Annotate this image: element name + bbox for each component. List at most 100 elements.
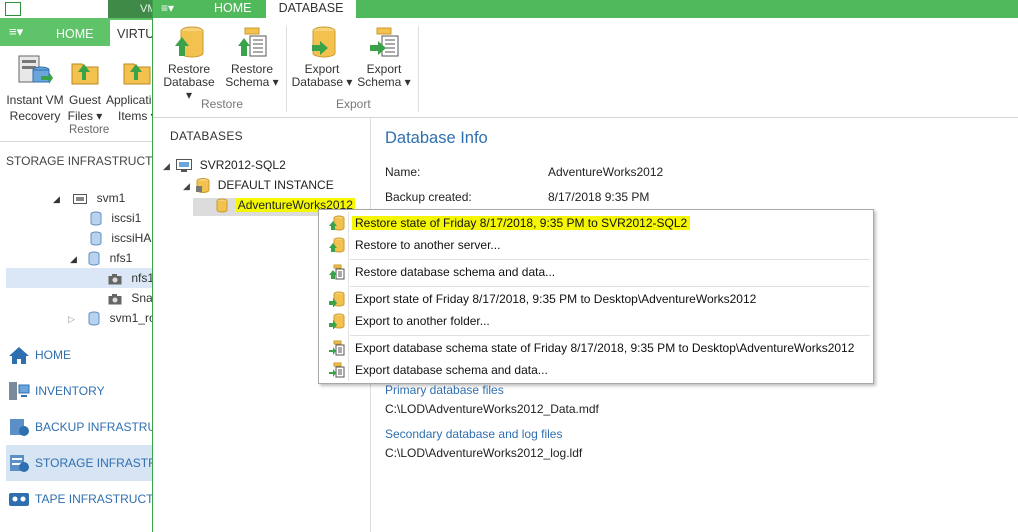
export-schema-icon [329, 362, 345, 378]
bg-tree-svm1[interactable]: ◢ svm1 [53, 191, 125, 211]
secondary-files-value: C:\LOD\AdventureWorks2012_log.ldf [385, 446, 583, 460]
home-icon [9, 347, 29, 364]
export-database-icon [329, 313, 345, 329]
nav-storage-infrastructure[interactable]: STORAGE INFRASTRUCTURE [6, 445, 207, 481]
restore-database-icon [329, 237, 345, 253]
backup-infrastructure-icon [10, 419, 29, 436]
menu-export-to-desktop[interactable]: Export state of Friday 8/17/2018, 9:35 P… [321, 289, 871, 310]
main-menu-button[interactable]: ≡▾ [161, 1, 174, 15]
tree-instance-node[interactable]: ◢ DEFAULT INSTANCE [183, 178, 334, 196]
secondary-files-link[interactable]: Secondary database and log files [385, 427, 562, 441]
menu-export-to-another-folder[interactable]: Export to another folder... [321, 311, 871, 332]
instant-vm-recovery-icon [18, 55, 53, 84]
snapshot-camera-icon [108, 293, 122, 305]
menu-export-schema-and-data[interactable]: Export database schema and data... [321, 360, 871, 381]
volume-icon [88, 311, 100, 326]
instant-vm-label-1: Instant VM [6, 93, 64, 107]
collapse-arrow-icon: ◢ [163, 161, 170, 171]
screenshot-root: VM ≡▾ HOME VIRTUA Instant VM Recovery Gu… [0, 0, 1018, 532]
bg-main-menu-button[interactable]: ≡▾ [9, 24, 23, 40]
menu-restore-to-original[interactable]: Restore state of Friday 8/17/2018, 9:35 … [321, 213, 871, 234]
group-label-export: Export [336, 97, 371, 111]
collapse-arrow-icon: ◢ [183, 181, 190, 191]
menu-export-schema-to-desktop[interactable]: Export database schema state of Friday 8… [321, 338, 871, 359]
ribbon-tabbar: ≡▾ HOME DATABASE [153, 0, 1018, 20]
export-schema-button[interactable]: Export Schema ▾ [355, 26, 413, 89]
restore-database-icon [329, 215, 345, 231]
tab-database[interactable]: DATABASE [266, 0, 356, 20]
export-database-icon [329, 291, 345, 307]
menu-item-label: Restore to another server... [355, 238, 501, 252]
restore-database-icon [175, 26, 204, 58]
bg-tab-home[interactable]: HOME [56, 27, 94, 41]
export-database-button[interactable]: Export Database ▾ [291, 26, 353, 89]
expand-arrow-icon: ▷ [68, 314, 75, 324]
bg-tree-label: iscsi1 [111, 211, 142, 225]
primary-files-link[interactable]: Primary database files [385, 383, 504, 397]
nav-inventory-label: INVENTORY [35, 384, 105, 398]
bg-tree-label: nfs1 [109, 251, 133, 265]
backup-created-label: Backup created: [385, 190, 472, 204]
restore-database-label-1: Restore [167, 62, 211, 76]
nav-home[interactable]: HOME [6, 337, 158, 373]
nav-backup-infrastructure[interactable]: BACKUP INFRASTRUCTURE [6, 409, 197, 445]
export-database-icon [312, 26, 336, 58]
application-items-button[interactable]: Applicati Items ▾ [106, 54, 158, 124]
backup-created-value: 8/17/2018 9:35 PM [548, 190, 650, 204]
background-window: VM ≡▾ HOME VIRTUA Instant VM Recovery Gu… [0, 0, 207, 532]
restore-schema-button[interactable]: Restore Schema ▾ [224, 26, 280, 89]
export-database-label-1: Export [304, 62, 340, 76]
collapse-arrow-icon: ◢ [53, 194, 60, 204]
tree-instance-label: DEFAULT INSTANCE [217, 178, 334, 192]
volume-icon [90, 211, 102, 226]
instant-vm-label-2: Recovery [9, 109, 61, 123]
tape-infrastructure-icon [9, 493, 29, 506]
guest-files-icon [71, 63, 99, 85]
nav-inventory[interactable]: INVENTORY [6, 373, 158, 409]
menu-item-label: Export to another folder... [355, 314, 490, 328]
menu-restore-to-another-server[interactable]: Restore to another server... [321, 235, 871, 256]
instant-vm-recovery-button[interactable]: Instant VM Recovery [4, 54, 66, 124]
ribbon-group-divider [418, 26, 419, 112]
bg-tree-iscsiha[interactable]: iscsiHA1 [90, 231, 158, 251]
database-icon [216, 198, 228, 213]
export-schema-icon [329, 340, 345, 356]
group-label-restore: Restore [201, 97, 244, 111]
menu-item-label: Restore database schema and data... [355, 265, 556, 279]
name-value: AdventureWorks2012 [548, 165, 664, 179]
bg-tree-label: svm1 [96, 191, 126, 205]
export-schema-label-1: Export [366, 62, 402, 76]
server-vm-icon [176, 159, 193, 173]
application-items-label-2: Items ▾ [118, 109, 157, 123]
menu-separator [350, 259, 870, 260]
bg-tree-svm1-root[interactable]: ▷ svm1_ro [68, 311, 156, 331]
tree-server-node[interactable]: ◢ SVR2012-SQL2 [163, 158, 286, 176]
volume-icon [88, 251, 100, 266]
bg-vm-context-tab[interactable]: VM [108, 0, 158, 20]
bg-tree-iscsi1[interactable]: iscsi1 [90, 211, 141, 231]
guest-files-label-1: Guest [68, 93, 101, 107]
guest-files-button[interactable]: Guest Files ▾ [66, 54, 104, 124]
application-items-icon [123, 63, 151, 85]
restore-database-button[interactable]: Restore Database ▾ [159, 26, 219, 102]
restore-schema-icon [329, 264, 345, 280]
svm-icon [73, 193, 88, 204]
primary-files-value: C:\LOD\AdventureWorks2012_Data.mdf [385, 402, 599, 416]
menu-item-label: Export database schema and data... [355, 363, 548, 377]
export-schema-icon [370, 27, 399, 57]
tab-home[interactable]: HOME [214, 1, 252, 15]
snapshot-camera-icon [108, 273, 122, 285]
menu-restore-schema-and-data[interactable]: Restore database schema and data... [321, 262, 871, 283]
restore-schema-label-1: Restore [230, 62, 274, 76]
app-logo-icon [5, 2, 21, 16]
export-database-label-2: Database ▾ [291, 75, 353, 89]
guest-files-label-2: Files ▾ [67, 109, 103, 123]
export-schema-label-2: Schema ▾ [357, 75, 411, 89]
restore-schema-icon [238, 27, 267, 57]
database-info-title: Database Info [385, 129, 488, 147]
nav-tape-infrastructure[interactable]: TAPE INFRASTRUCTURE [6, 481, 179, 517]
menu-separator [350, 286, 870, 287]
databases-header: DATABASES [170, 129, 243, 143]
volume-icon [90, 231, 102, 246]
application-items-label-1: Applicati [106, 93, 152, 107]
